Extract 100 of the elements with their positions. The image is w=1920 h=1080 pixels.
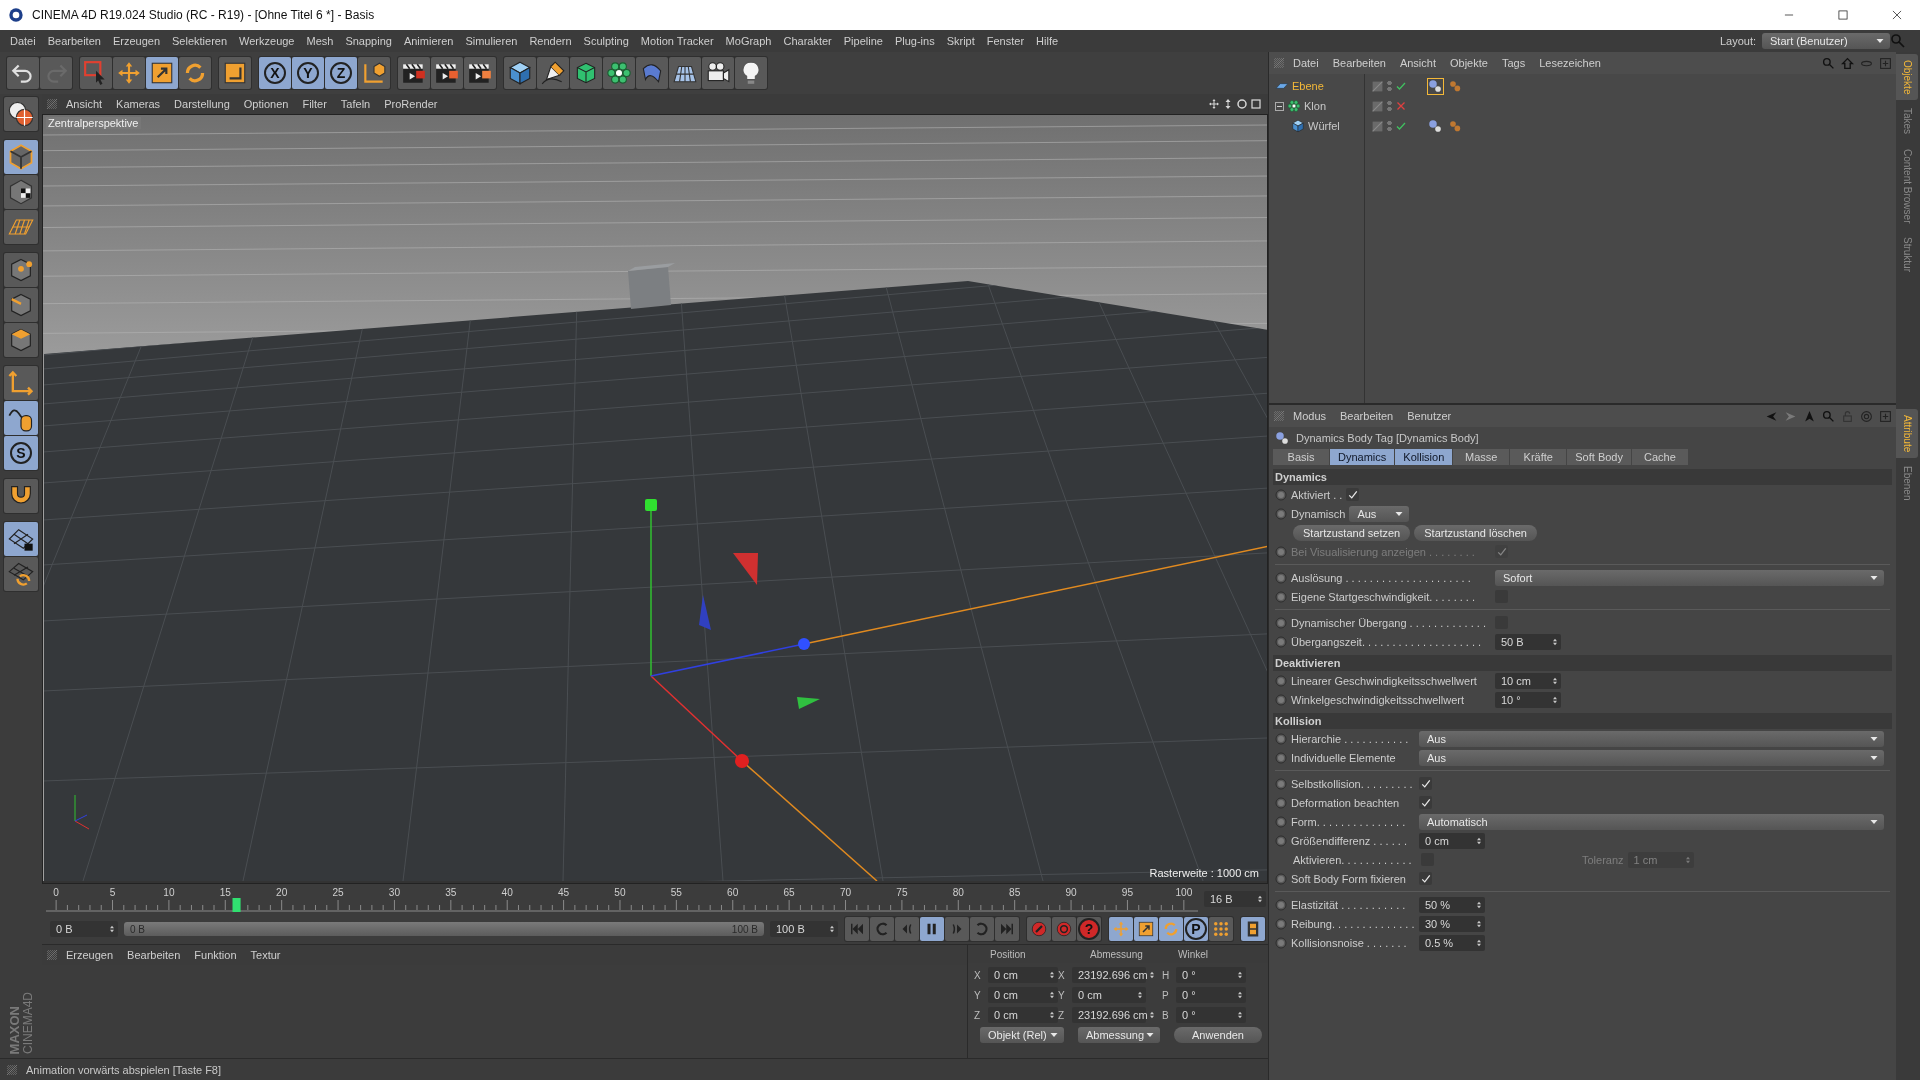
dropdown[interactable]: Aus [1349,505,1410,522]
number-field[interactable]: 0 cm [988,987,1058,1003]
visibility-dots[interactable] [1387,80,1392,92]
spinner-icon[interactable] [1236,970,1244,980]
tab[interactable]: Basis [1273,449,1329,465]
expand-toggle[interactable] [1275,101,1284,111]
menu-item[interactable]: Hilfe [1030,35,1065,47]
menu-item[interactable]: Funktion [188,949,243,961]
menu-item[interactable]: Snapping [339,35,398,47]
tool-button[interactable] [537,57,569,89]
tool-button[interactable] [431,57,463,89]
menu-item[interactable]: Modus [1287,410,1333,422]
tab[interactable]: Cache [1631,449,1688,465]
coordinate-mode-dropdown[interactable]: Objekt (Rel) [980,1027,1064,1043]
tool-button[interactable] [702,57,734,89]
tool-button[interactable] [570,57,602,89]
checkbox[interactable] [1346,488,1360,501]
tab[interactable]: Kollision [1395,449,1453,465]
menu-item[interactable]: Charakter [777,35,838,47]
number-field[interactable]: 10 ° [1495,691,1561,708]
number-field[interactable]: 0 cm [988,1007,1058,1023]
menu-item[interactable]: Fenster [980,35,1031,47]
tool-button[interactable] [4,253,38,287]
object-tag[interactable] [1427,117,1444,135]
menu-item[interactable]: Simulieren [459,35,524,47]
menu-item[interactable]: Datei [1287,57,1325,69]
spinner-icon[interactable] [1551,636,1559,647]
tool-button[interactable]: P [1184,917,1208,941]
spinner-icon[interactable] [1256,894,1264,904]
number-field[interactable]: 0 B [50,921,118,937]
dropdown[interactable]: Sofort [1495,569,1884,586]
size-mode-dropdown[interactable]: Abmessung [1078,1027,1160,1043]
side-tab[interactable]: Objekte [1896,54,1918,101]
menu-item[interactable]: Sculpting [577,35,635,47]
tool-button[interactable] [920,917,944,941]
spinner-icon[interactable] [1048,970,1056,980]
menu-item[interactable]: Tafeln [334,98,377,110]
tool-button[interactable] [398,57,430,89]
menu-item[interactable]: Motion Tracker [634,35,720,47]
spinner-icon[interactable] [1475,835,1483,846]
menu-item[interactable]: Pipeline [837,35,889,47]
visibility-dots[interactable] [1387,120,1392,132]
layout-dropdown[interactable]: Start (Benutzer) [1762,33,1890,49]
visibility-dots[interactable] [1387,100,1392,112]
spinner-icon[interactable] [1136,990,1144,1000]
tool-button[interactable]: Y [292,57,324,89]
spinner-icon[interactable] [1475,899,1483,910]
menu-item[interactable]: Bearbeiten [1326,57,1392,69]
tool-button[interactable] [4,522,38,556]
menu-item[interactable]: Rendern [523,35,578,47]
menu-item[interactable]: Plug-ins [888,35,941,47]
number-field[interactable]: 16 B [1204,891,1266,907]
tab[interactable]: Dynamics [1330,449,1395,465]
object-name[interactable]: Klon [1304,100,1327,112]
action-button[interactable]: Startzustand löschen [1414,524,1537,541]
tool-button[interactable] [4,401,38,435]
spinner-icon[interactable] [1475,937,1483,948]
number-field[interactable]: 100 B [770,921,838,937]
number-field[interactable]: 0 ° [1176,987,1246,1003]
object-tag[interactable] [1427,77,1444,95]
action-button[interactable]: Startzustand setzen [1293,524,1411,541]
menu-item[interactable]: Bearbeiten [1334,410,1400,422]
menu-item[interactable]: Textur [244,949,287,961]
number-field[interactable]: 0 cm [1072,987,1146,1003]
menu-item[interactable]: Lesezeichen [1533,57,1607,69]
tool-button[interactable] [4,175,38,209]
menu-item[interactable]: Bearbeiten [121,949,187,961]
tool-button[interactable] [219,57,251,89]
menu-item[interactable]: Darstellung [168,98,236,110]
number-field[interactable]: 0 cm [1419,832,1485,849]
number-field[interactable]: 50 % [1419,896,1485,913]
menu-item[interactable]: Erzeugen [106,35,166,47]
checkbox[interactable] [1419,777,1432,790]
menu-item[interactable]: Selektieren [166,35,234,47]
menu-item[interactable]: Datei [4,35,42,47]
spinner-icon[interactable] [1236,1010,1244,1020]
checkbox[interactable] [1419,872,1432,885]
apply-button[interactable]: Anwenden [1174,1027,1262,1043]
number-field[interactable]: 10 cm [1495,672,1561,689]
tool-button[interactable] [735,57,767,89]
tool-button[interactable] [4,479,38,513]
spinner-icon[interactable] [1236,990,1244,1000]
spinner-icon[interactable] [1048,990,1056,1000]
spinner-icon[interactable] [1551,694,1559,705]
menu-item[interactable]: Optionen [237,98,295,110]
tool-button[interactable] [146,57,178,89]
tool-button[interactable]: ? [1077,917,1101,941]
dropdown[interactable]: Aus [1419,749,1884,766]
tool-button[interactable] [504,57,536,89]
menu-item[interactable]: MoGraph [719,35,778,47]
number-field[interactable]: 0 ° [1176,1007,1246,1023]
tab[interactable]: Masse [1453,449,1510,465]
dropdown[interactable]: Automatisch [1419,813,1884,830]
menu-item[interactable]: Erzeugen [60,949,120,961]
menu-item[interactable]: Kameras [110,98,167,110]
menu-item[interactable]: Objekte [1444,57,1494,69]
menu-item[interactable]: Bearbeiten [41,35,107,47]
spinner-icon[interactable] [108,924,116,934]
menu-item[interactable]: Filter [296,98,333,110]
menu-item[interactable]: ProRender [378,98,444,110]
